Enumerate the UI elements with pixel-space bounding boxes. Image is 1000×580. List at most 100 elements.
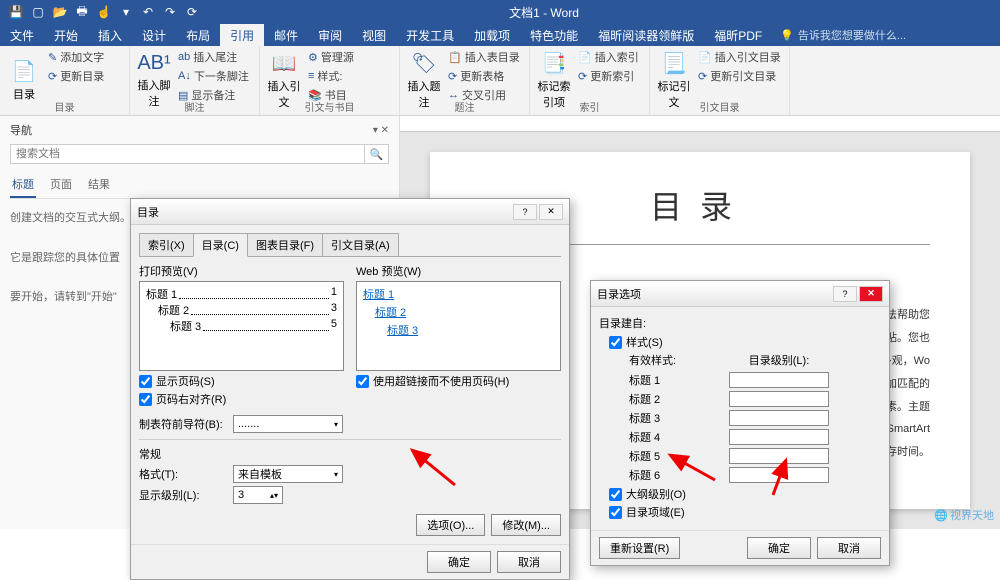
level-h5-input[interactable]: [729, 448, 829, 464]
level-spinner[interactable]: 3▴▾: [233, 486, 283, 504]
group-citations-label: 引文与书目: [260, 99, 399, 114]
build-from-label: 目录建自:: [599, 315, 881, 331]
qat-undo-icon[interactable]: ↶: [138, 2, 158, 22]
update-toa-button[interactable]: ⟳更新引文目录: [696, 67, 783, 85]
manage-sources-button[interactable]: ⚙管理源: [306, 48, 356, 66]
print-preview-label: 打印预览(V): [139, 263, 344, 279]
qat-more-icon[interactable]: ▾: [116, 2, 136, 22]
reset-button[interactable]: 重新设置(R): [599, 537, 680, 559]
menu-home[interactable]: 开始: [44, 24, 88, 46]
level-h6-input[interactable]: [729, 467, 829, 483]
avail-styles-header: 有效样式:: [629, 352, 689, 368]
menu-addins[interactable]: 加载项: [464, 24, 520, 46]
level-h3-input[interactable]: [729, 410, 829, 426]
nav-tab-pages[interactable]: 页面: [48, 172, 74, 198]
menu-mailings[interactable]: 邮件: [264, 24, 308, 46]
update-toc-button[interactable]: ⟳更新目录: [46, 67, 106, 85]
watermark: 🌐视界天地: [934, 507, 994, 523]
nav-tab-results[interactable]: 结果: [86, 172, 112, 198]
style-h1-label: 标题 1: [629, 372, 689, 388]
opt-ok-button[interactable]: 确定: [747, 537, 811, 559]
update-table-button[interactable]: ⟳更新表格: [446, 67, 522, 85]
update-index-button[interactable]: ⟳更新索引: [576, 67, 641, 85]
tab-toc[interactable]: 目录(C): [193, 233, 248, 257]
tell-me-field[interactable]: 💡告诉我您想要做什么...: [780, 24, 906, 46]
opt-cancel-button[interactable]: 取消: [817, 537, 881, 559]
globe-icon: 🌐: [934, 509, 948, 522]
qat-print-icon[interactable]: 🖶: [72, 2, 92, 22]
toc-help-button[interactable]: ?: [513, 204, 537, 220]
format-label: 格式(T):: [139, 466, 227, 482]
refresh-icon: ⟳: [48, 70, 57, 83]
opt-help-button[interactable]: ?: [833, 286, 857, 302]
search-button[interactable]: 🔍: [365, 144, 389, 164]
toc-close-button[interactable]: ✕: [539, 204, 563, 220]
search-input[interactable]: [10, 144, 365, 164]
toc-dialog-title: 目录: [137, 204, 159, 220]
qat-refresh-icon[interactable]: ⟳: [182, 2, 202, 22]
chk-entry-field[interactable]: 目录项域(E): [609, 504, 881, 520]
opt-close-button[interactable]: ✕: [859, 286, 883, 302]
menu-design[interactable]: 设计: [132, 24, 176, 46]
menu-foxit1[interactable]: 福昕阅读器领鲜版: [588, 24, 704, 46]
level-h1-input[interactable]: [729, 372, 829, 388]
group-index-label: 索引: [530, 99, 649, 114]
menu-foxit2[interactable]: 福昕PDF: [704, 24, 772, 46]
menu-layout[interactable]: 布局: [176, 24, 220, 46]
format-combo[interactable]: 来自模板▾: [233, 465, 343, 483]
menu-references[interactable]: 引用: [220, 24, 264, 46]
level-label: 显示级别(L):: [139, 487, 227, 503]
insert-index-button[interactable]: 📄插入索引: [576, 48, 641, 66]
nav-dropdown-icon[interactable]: ▾ ✕: [373, 125, 389, 136]
menu-insert[interactable]: 插入: [88, 24, 132, 46]
style-h3-label: 标题 3: [629, 410, 689, 426]
modify-button[interactable]: 修改(M)...: [491, 514, 561, 536]
style-button[interactable]: ≡样式:: [306, 67, 356, 85]
chk-hyperlink[interactable]: 使用超链接而不使用页码(H): [356, 373, 561, 389]
qat-open-icon[interactable]: 📂: [50, 2, 70, 22]
citation-icon: 📖: [272, 51, 297, 76]
qat-save-icon[interactable]: 💾: [6, 2, 26, 22]
web-preview-label: Web 预览(W): [356, 263, 561, 279]
chk-styles[interactable]: 样式(S): [609, 334, 881, 350]
next-footnote-button[interactable]: A↓下一条脚注: [176, 67, 251, 85]
style-h2-label: 标题 2: [629, 391, 689, 407]
menu-developer[interactable]: 开发工具: [396, 24, 464, 46]
menu-features[interactable]: 特色功能: [520, 24, 588, 46]
options-button[interactable]: 选项(O)...: [416, 514, 485, 536]
menu-review[interactable]: 审阅: [308, 24, 352, 46]
toc-cancel-button[interactable]: 取消: [497, 551, 561, 573]
qat-new-icon[interactable]: ▢: [28, 2, 48, 22]
insert-tof-button[interactable]: 📋插入表目录: [446, 48, 522, 66]
tab-toa[interactable]: 引文目录(A): [322, 233, 399, 256]
caption-icon: 🏷: [411, 51, 436, 76]
tab-index[interactable]: 索引(X): [139, 233, 194, 256]
qat-redo-icon[interactable]: ↷: [160, 2, 180, 22]
insert-endnote-button[interactable]: ab插入尾注: [176, 48, 251, 66]
tab-tof[interactable]: 图表目录(F): [247, 233, 323, 256]
style-list: 标题 1 标题 2 标题 3 标题 4 标题 5 标题 6: [629, 372, 881, 483]
toa-icon: 📃: [662, 51, 687, 76]
chk-right-align[interactable]: 页码右对齐(R): [139, 391, 344, 407]
toc-ok-button[interactable]: 确定: [427, 551, 491, 573]
footnote-icon: AB¹: [137, 52, 170, 75]
insert-toa-button[interactable]: 📄插入引文目录: [696, 48, 783, 66]
level-h4-input[interactable]: [729, 429, 829, 445]
menu-view[interactable]: 视图: [352, 24, 396, 46]
nav-tab-headings[interactable]: 标题: [10, 172, 36, 198]
level-h2-input[interactable]: [729, 391, 829, 407]
group-footnotes-label: 脚注: [130, 99, 259, 114]
leader-combo[interactable]: .......▾: [233, 415, 343, 433]
group-toc-label: 目录: [0, 99, 129, 114]
toc-options-dialog: 目录选项 ? ✕ 目录建自: 样式(S) 有效样式: 目录级别(L): 标题 1…: [590, 280, 890, 566]
qat-touch-icon[interactable]: ☝: [94, 2, 114, 22]
menu-file[interactable]: 文件: [0, 24, 44, 46]
opt-dialog-title: 目录选项: [597, 286, 641, 302]
chk-outline[interactable]: 大纲级别(O): [609, 486, 881, 502]
toc-level-header: 目录级别(L):: [729, 352, 829, 368]
spinner-icon: ▴▾: [270, 491, 278, 500]
chevron-down-icon: ▾: [334, 420, 338, 429]
add-text-icon: ✎: [48, 51, 57, 64]
add-text-button[interactable]: ✎添加文字: [46, 48, 106, 66]
chk-show-pagenum[interactable]: 显示页码(S): [139, 373, 344, 389]
